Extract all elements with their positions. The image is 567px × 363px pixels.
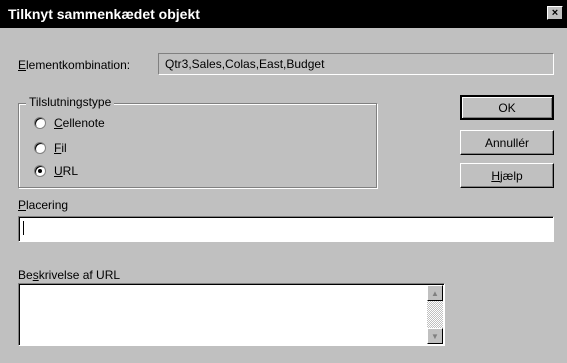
radio-cellenote-accel: C xyxy=(54,116,63,130)
element-combination-label: Elementkombination: xyxy=(18,58,130,72)
placement-label-accel: P xyxy=(18,198,27,212)
ok-button-label: OK xyxy=(498,100,516,115)
scroll-up-icon: ▲ xyxy=(431,288,439,298)
radio-fil[interactable]: Fil xyxy=(34,141,67,155)
element-combination-label-text: lementkombination: xyxy=(26,58,131,72)
help-button-text: jælp xyxy=(499,168,523,183)
ok-button[interactable]: OK xyxy=(460,95,554,120)
radio-fil-text: il xyxy=(61,141,67,155)
description-scrollbar[interactable]: ▲ ▼ xyxy=(427,285,443,344)
scroll-down-button[interactable]: ▼ xyxy=(427,328,443,344)
placement-input[interactable] xyxy=(18,216,554,242)
help-button-accel: H xyxy=(491,168,500,183)
description-label: Beskrivelse af URL xyxy=(18,268,120,282)
radio-url-indicator[interactable] xyxy=(34,165,46,177)
placement-label-text: lacering xyxy=(26,198,69,212)
connection-type-title: Tilslutningstype xyxy=(26,95,115,109)
radio-cellenote-indicator[interactable] xyxy=(34,117,46,129)
help-button[interactable]: Hjælp xyxy=(460,163,554,188)
description-textarea[interactable]: ▲ ▼ xyxy=(18,283,445,346)
close-icon: × xyxy=(551,6,559,19)
radio-url-accel: U xyxy=(54,164,63,178)
scroll-down-icon: ▼ xyxy=(431,331,439,341)
title-bar[interactable]: Tilknyt sammenkædet objekt × xyxy=(0,0,567,28)
radio-url[interactable]: URL xyxy=(34,164,78,178)
dialog-title: Tilknyt sammenkædet objekt xyxy=(8,6,200,22)
element-combination-value: Qtr3,Sales,Colas,East,Budget xyxy=(165,57,325,71)
radio-fil-label: Fil xyxy=(54,141,67,155)
placement-label: Placering xyxy=(18,198,68,212)
radio-url-text: RL xyxy=(62,164,79,178)
scroll-track[interactable] xyxy=(427,301,443,328)
cancel-button[interactable]: Annullér xyxy=(460,130,554,155)
description-label-text: krivelse af URL xyxy=(38,268,121,282)
radio-cellenote-label: Cellenote xyxy=(54,116,105,130)
radio-cellenote[interactable]: Cellenote xyxy=(34,116,105,130)
element-combination-label-accel: E xyxy=(18,58,27,72)
help-button-label: Hjælp xyxy=(491,169,522,183)
radio-url-label: URL xyxy=(54,164,78,178)
description-label-pre: Be xyxy=(18,268,33,282)
radio-cellenote-text: ellenote xyxy=(62,116,105,130)
cancel-button-label: Annullér xyxy=(484,135,530,150)
element-combination-field: Qtr3,Sales,Colas,East,Budget xyxy=(158,53,554,75)
dialog-window: Tilknyt sammenkædet objekt × Elementkomb… xyxy=(0,0,567,363)
close-button[interactable]: × xyxy=(547,6,563,20)
text-caret xyxy=(23,221,24,235)
radio-fil-indicator[interactable] xyxy=(34,142,46,154)
scroll-up-button[interactable]: ▲ xyxy=(427,285,443,301)
